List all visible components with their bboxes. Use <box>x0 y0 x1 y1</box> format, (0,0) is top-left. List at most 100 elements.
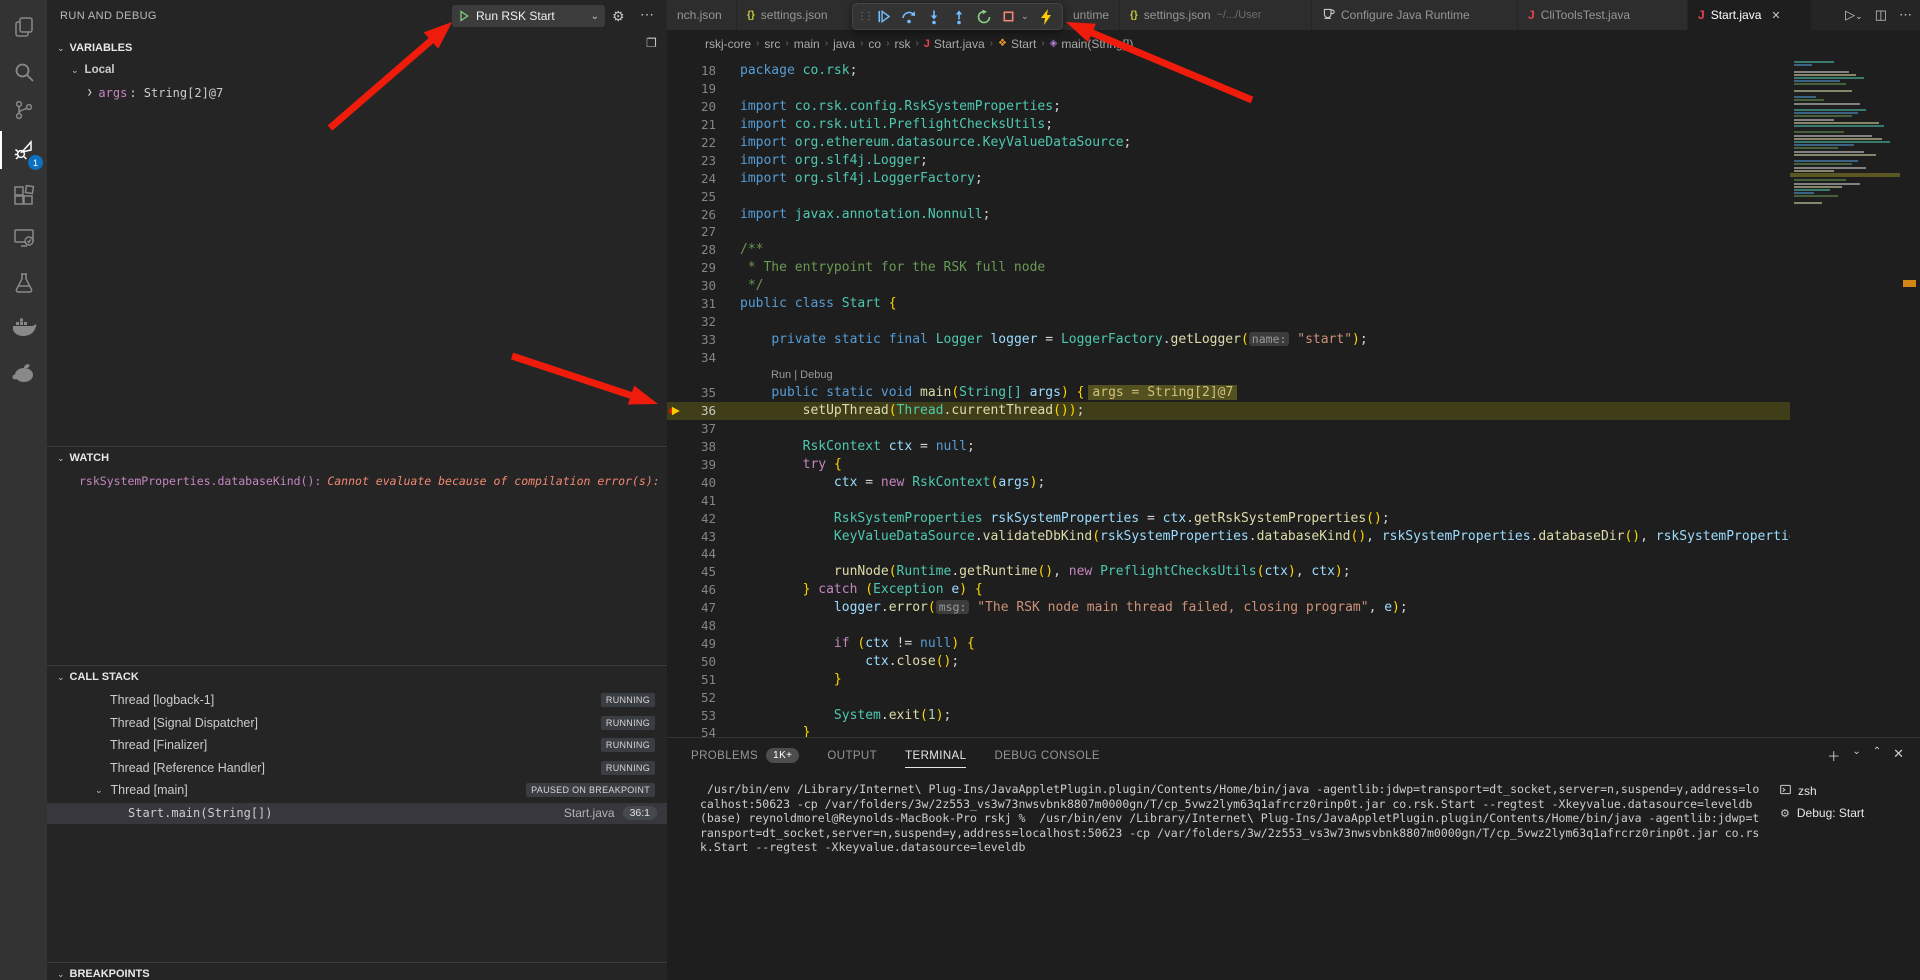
glyph-margin <box>667 242 687 258</box>
glyph-margin <box>667 725 687 737</box>
thread-name: Thread [Finalizer] <box>110 738 207 752</box>
code-line-39: 39 try { <box>667 456 1920 474</box>
line-number: 36 <box>687 403 716 418</box>
terminal-item-label: zsh <box>1798 784 1817 798</box>
panel-tab-problems[interactable]: PROBLEMS1K+ <box>691 738 799 773</box>
chevron-down-icon: ⌄ <box>57 453 65 464</box>
step-over-icon[interactable] <box>896 4 921 29</box>
run-and-debug-icon[interactable]: 1 <box>0 128 47 172</box>
call-stack-thread[interactable]: Thread [Reference Handler]RUNNING <box>47 757 667 779</box>
panel-tab-debug-console[interactable]: DEBUG CONSOLE <box>994 738 1100 773</box>
code-line-30: 30 */ <box>667 277 1920 295</box>
maximize-panel-icon[interactable]: ⌃ <box>1873 746 1881 765</box>
extensions-icon[interactable] <box>0 174 47 218</box>
chevron-down-icon[interactable]: ⌄ <box>1852 746 1860 765</box>
breakpoint-current-line-icon[interactable] <box>667 403 687 419</box>
run-file-icon[interactable]: ▷⌄ <box>1845 7 1863 23</box>
breadcrumb-separator: › <box>915 38 918 49</box>
code-text: import org.ethereum.datasource.KeyValueD… <box>740 135 1131 150</box>
breadcrumb-item[interactable]: rsk <box>894 37 910 51</box>
breadcrumb-item[interactable]: JStart.java <box>924 37 985 51</box>
codelens-run-debug[interactable]: Run | Debug <box>771 369 833 381</box>
breadcrumb-separator: › <box>825 38 828 49</box>
panel-tab-output[interactable]: OUTPUT <box>827 738 877 773</box>
frame-name: Start.main(String[]) <box>128 806 273 820</box>
watch-header[interactable]: ⌄ WATCH <box>57 452 109 464</box>
breadcrumb-item[interactable]: ❖Start <box>998 37 1036 51</box>
tab-start-java[interactable]: JStart.java✕ <box>1688 0 1812 30</box>
terminal-item-debug-start[interactable]: ⚙Debug: Start <box>1770 802 1920 824</box>
gear-icon: ⚙ <box>1780 807 1790 820</box>
code-editor[interactable]: 18package co.rsk;1920import co.rsk.confi… <box>667 57 1920 737</box>
more-actions-icon[interactable]: ⋯ <box>1899 7 1912 23</box>
call-stack-thread[interactable]: ⌄Thread [main]PAUSED ON BREAKPOINT <box>47 779 667 801</box>
variable-row-args[interactable]: ❯ args: String[2]@7 <box>87 86 223 100</box>
docker-icon[interactable] <box>0 305 47 349</box>
terminal-item-zsh[interactable]: zsh <box>1770 780 1920 802</box>
breadcrumb-item[interactable]: rskj-core <box>705 37 751 51</box>
split-editor-icon[interactable]: ◫ <box>1875 7 1887 23</box>
close-panel-icon[interactable]: ✕ <box>1893 746 1904 765</box>
breadcrumb: rskj-core›src›main›java›co›rsk›JStart.ja… <box>667 30 1920 57</box>
code-line-23: 23import org.slf4j.Logger; <box>667 151 1920 169</box>
line-number: 41 <box>687 493 716 508</box>
breakpoints-header[interactable]: ⌄ BREAKPOINTS <box>57 968 150 980</box>
breadcrumb-item[interactable]: src <box>764 37 780 51</box>
testing-icon[interactable] <box>0 261 47 305</box>
glyph-margin <box>667 81 687 97</box>
hot-code-replace-icon[interactable] <box>1033 4 1058 29</box>
panel-tab-terminal[interactable]: TERMINAL <box>905 738 966 773</box>
step-out-icon[interactable] <box>946 4 971 29</box>
tab-settings-json[interactable]: {}settings.json <box>737 0 860 30</box>
divider <box>47 446 667 447</box>
breadcrumb-item[interactable]: java <box>833 37 855 51</box>
code-text: ctx = new RskContext(args); <box>740 475 1045 490</box>
minimap-line <box>1794 77 1864 79</box>
line-number: 21 <box>687 117 716 132</box>
minimap-line <box>1794 154 1876 156</box>
step-into-icon[interactable] <box>921 4 946 29</box>
run-config-dropdown[interactable]: Run RSK Start ⌄ <box>452 5 605 27</box>
remote-explorer-icon[interactable] <box>0 216 47 260</box>
code-line-52: 52 <box>667 688 1920 706</box>
scope-local[interactable]: ⌄ Local <box>71 64 115 76</box>
call-stack-thread[interactable]: Thread [logback-1]RUNNING <box>47 689 667 711</box>
call-stack-thread[interactable]: Thread [Finalizer]RUNNING <box>47 734 667 756</box>
stack-frame-row[interactable]: Start.main(String[]) Start.java36:1 <box>47 803 667 824</box>
new-terminal-icon[interactable]: ＋ <box>1827 746 1840 765</box>
drag-handle-icon[interactable]: ⋮⋮ <box>857 11 871 22</box>
stop-icon[interactable] <box>996 4 1021 29</box>
explorer-icon[interactable] <box>0 5 47 49</box>
tab-clitoolstest-java[interactable]: JCliToolsTest.java <box>1518 0 1688 30</box>
continue-icon[interactable] <box>871 4 896 29</box>
call-stack-header[interactable]: ⌄ CALL STACK <box>57 671 139 683</box>
minimap-line <box>1794 90 1852 92</box>
more-actions-icon[interactable]: ⋯ <box>640 6 654 23</box>
minimap[interactable] <box>1790 57 1900 737</box>
code-text: logger.error(msg: "The RSK node main thr… <box>740 600 1408 615</box>
call-stack-thread[interactable]: Thread [Signal Dispatcher]RUNNING <box>47 712 667 734</box>
copy-pages-icon[interactable]: ❐ <box>646 36 657 50</box>
overview-ruler[interactable] <box>1900 57 1920 737</box>
breadcrumb-item[interactable]: ◈main(String[]) <box>1050 37 1134 51</box>
chevron-down-icon[interactable]: ⌄ <box>1021 11 1033 22</box>
close-icon[interactable]: ✕ <box>1771 9 1780 22</box>
code-line-24: 24import org.slf4j.LoggerFactory; <box>667 169 1920 187</box>
variables-header[interactable]: ⌄ VARIABLES <box>57 42 132 54</box>
frame-location: Start.java36:1 <box>564 806 657 820</box>
terminal-output[interactable]: /usr/bin/env /Library/Internet\ Plug-Ins… <box>700 782 1760 980</box>
glyph-margin <box>667 152 687 168</box>
thread-name: Thread [Reference Handler] <box>110 761 265 775</box>
tab-nch-json[interactable]: nch.json <box>667 0 737 30</box>
tab-configure-java-runtime[interactable]: Configure Java Runtime <box>1312 0 1518 30</box>
watch-row[interactable]: rskSystemProperties.databaseKind(): Cann… <box>79 474 664 488</box>
breadcrumb-item[interactable]: main <box>794 37 820 51</box>
source-control-icon[interactable] <box>0 88 47 132</box>
gear-icon[interactable]: ⚙ <box>612 8 625 25</box>
tab-settings-json[interactable]: {}settings.json~/.../User <box>1120 0 1312 30</box>
glyph-margin <box>667 278 687 294</box>
restart-icon[interactable] <box>971 4 996 29</box>
minimap-line <box>1794 64 1812 66</box>
gradle-icon[interactable] <box>0 351 47 395</box>
breadcrumb-item[interactable]: co <box>868 37 881 51</box>
